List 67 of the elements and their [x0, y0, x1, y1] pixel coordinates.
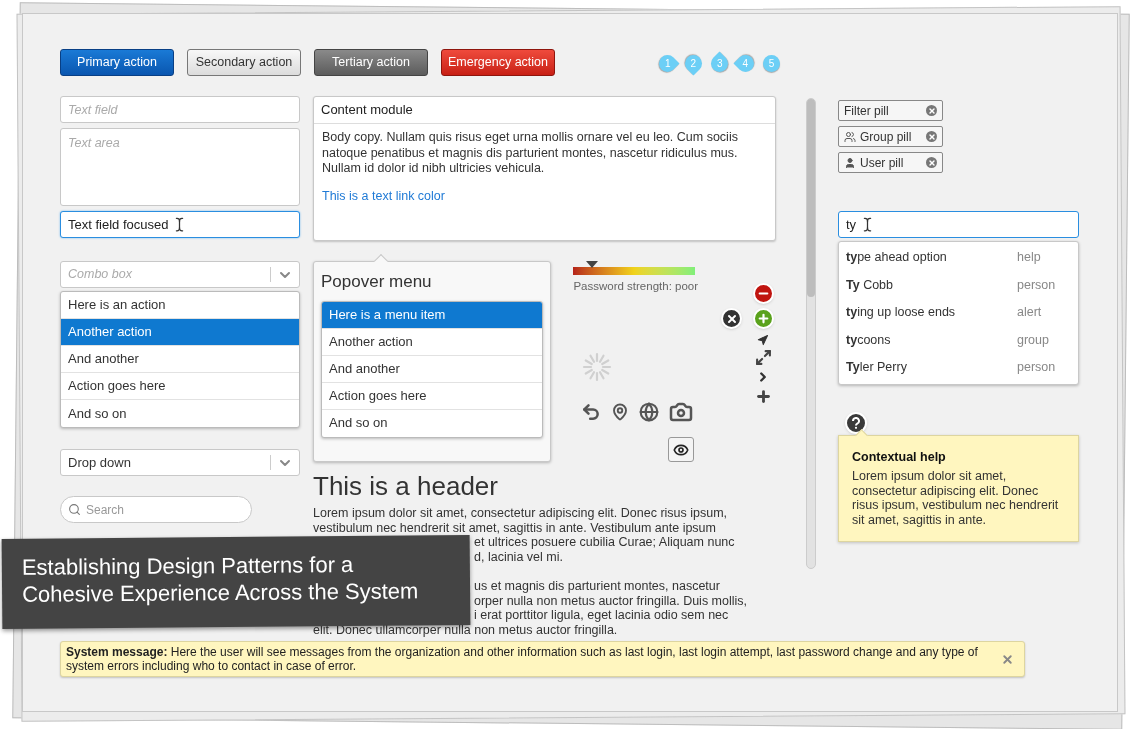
pill[interactable]: Group pill [838, 126, 943, 147]
help-text: Lorem ipsum dolor sit amet, consectetur adipiscing elit. Donec risus ipsum, vestibulum nec hendrerit sit amet, sagittis in ante. [852, 469, 1060, 528]
action-button[interactable]: Tertiary action [314, 49, 428, 76]
expand-icon[interactable] [755, 349, 772, 367]
undo-icon[interactable] [581, 402, 602, 423]
body-text-line: Lorem ipsum dolor sit amet, consectetur adipiscing elit. Donec risus ipsum, [313, 506, 728, 521]
group-icon [844, 130, 856, 143]
module-title: Content module [321, 101, 413, 120]
spinner-icon [581, 351, 614, 384]
remove-icon[interactable] [926, 105, 937, 116]
suggestion-item[interactable]: tying up loose ends alert [839, 299, 1078, 327]
scrollbar[interactable] [806, 98, 816, 569]
help-icon[interactable] [845, 411, 867, 434]
body-text-line: us et magnis dis parturient montes, nascetur [474, 579, 720, 594]
body-text-line: orper nulla non metus auctor fringilla. Duis mollis, [474, 593, 748, 609]
text-link[interactable]: This is a text link color [322, 186, 445, 206]
drop-down[interactable]: Drop down [60, 449, 300, 476]
suggestion-type: alert [1017, 304, 1043, 322]
search-icon [68, 503, 81, 516]
menu-item[interactable]: And so on [61, 400, 299, 427]
menu-item[interactable]: Another action [61, 319, 299, 346]
menu-item[interactable]: And another [61, 346, 299, 373]
search-field[interactable]: Search [60, 496, 252, 523]
suggestion-item[interactable]: Tyler Perry person [839, 354, 1078, 382]
action-button[interactable]: Primary action [60, 49, 174, 76]
remove-icon[interactable] [926, 157, 937, 168]
menu-item[interactable]: And another [322, 355, 543, 383]
body-text-line: d, lacinia vel mi. [474, 549, 563, 565]
map-pin-icon[interactable] [611, 403, 630, 422]
help-title: Contextual help [852, 448, 947, 466]
text-area[interactable]: Text area [60, 128, 300, 206]
password-strength-label: Password strength: poor [573, 279, 699, 294]
suggestion-type: person [1017, 276, 1057, 294]
globe-icon[interactable] [639, 402, 660, 423]
menu-item[interactable]: Action goes here [322, 382, 543, 410]
suggestion-type: person [1017, 359, 1057, 377]
suggestion-item[interactable]: tycoons group [839, 326, 1078, 354]
body-text-line: i erat porttitor ligula, eget lacinia odio sem nec [474, 608, 729, 623]
suggestion-type: group [1017, 331, 1050, 349]
menu-item[interactable]: Another action [322, 328, 543, 356]
suggestion-type: help [1017, 249, 1042, 267]
text-field[interactable]: Text field focused [60, 211, 300, 238]
suggestion-item[interactable]: Ty Cobb person [839, 271, 1078, 299]
action-button[interactable]: Secondary action [187, 49, 301, 76]
remove-icon[interactable] [926, 131, 937, 142]
text-field[interactable]: Text field [60, 96, 300, 123]
eye-button[interactable] [668, 437, 695, 463]
pill[interactable]: Filter pill [838, 100, 943, 121]
close-icon[interactable] [721, 308, 742, 330]
suggestion-item[interactable]: type ahead option help [839, 244, 1078, 272]
popover-title: Popover menu [321, 271, 433, 293]
banner-title-line: Establishing Design Patterns for a [21, 551, 355, 581]
body-text-line: vestibulum nec hendrerit sit amet, sagittis in ante. Vestibulum ante ipsum [313, 520, 716, 536]
body-text: Body copy. Nullam quis risus eget urna mollis ornare vel eu leo. Cum sociis natoque penatibus et magnis dis parturient montes, nascetur ridiculus mus. Nullam id dolor id nibh ultricies vehicula. [322, 130, 739, 177]
menu-item[interactable]: And so on [322, 409, 543, 437]
banner-title-line: Cohesive Experience Across the System [22, 578, 420, 608]
remove-icon[interactable] [753, 283, 774, 305]
menu-item[interactable]: Here is a menu item [322, 301, 543, 329]
type-ahead-field[interactable]: ty [838, 211, 1079, 238]
menu-item[interactable]: Action goes here [61, 373, 299, 400]
person-icon [844, 156, 856, 169]
plus-icon[interactable] [755, 388, 772, 406]
page-header: This is a header [313, 470, 499, 503]
system-message-text: System message: Here the user will see messages from the organization and other information such as last login, last login attempt, last password change and any type of system errors including who to contact in case of error. [66, 645, 979, 673]
action-button[interactable]: Emergency action [441, 49, 555, 76]
pill[interactable]: User pill [838, 152, 943, 173]
body-text-line: et ultrices posuere cubilia Curae; Aliquam nunc [474, 535, 735, 550]
